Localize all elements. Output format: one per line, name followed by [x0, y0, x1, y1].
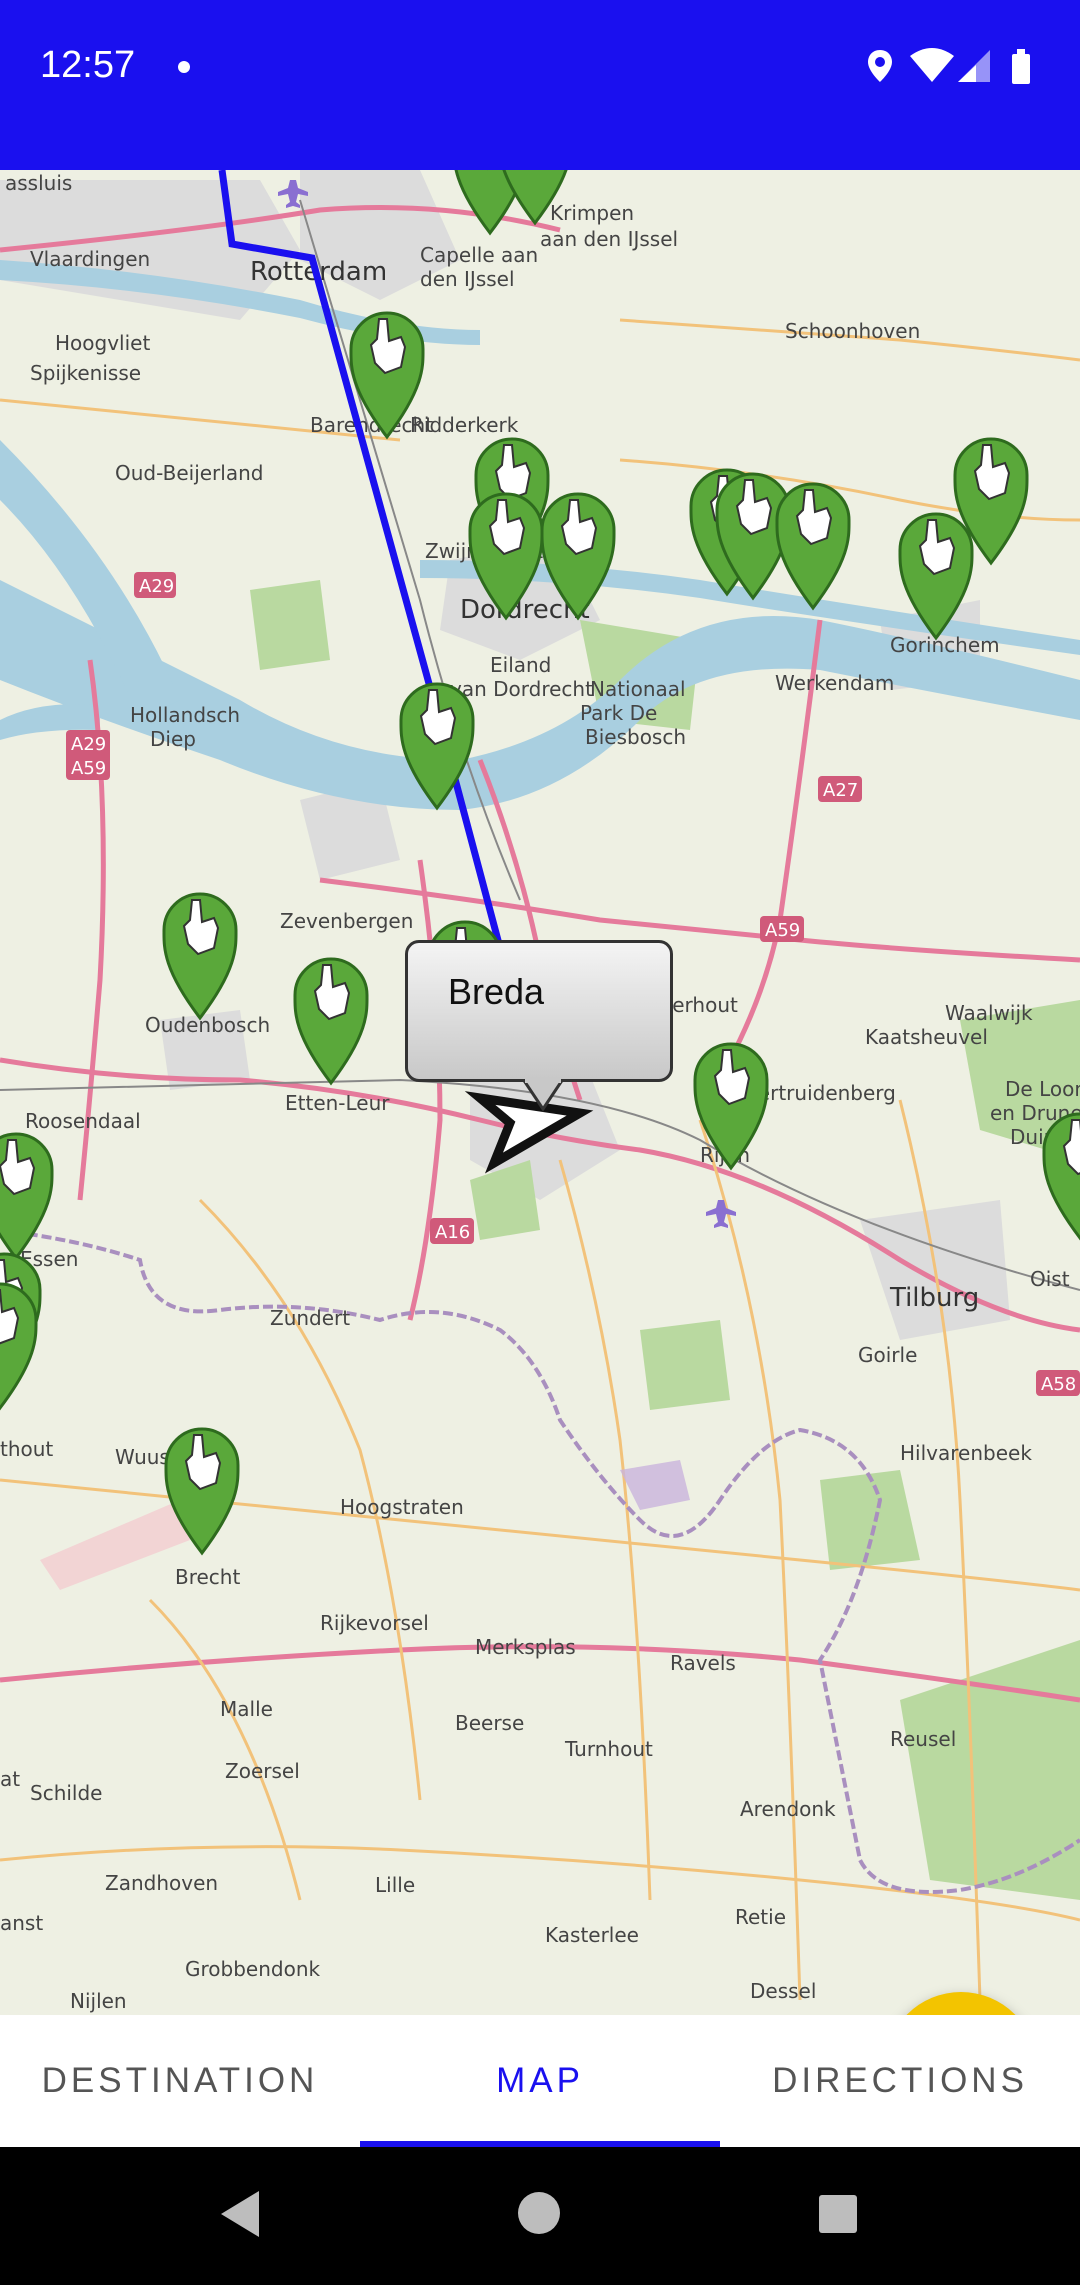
svg-text:Capelle aan: Capelle aan — [420, 243, 538, 267]
svg-text:Tilburg: Tilburg — [889, 1283, 979, 1313]
svg-text:Hilvarenbeek: Hilvarenbeek — [900, 1441, 1032, 1465]
svg-text:A27: A27 — [823, 780, 858, 801]
svg-text:Waalwijk: Waalwijk — [945, 1001, 1033, 1025]
svg-text:Nijlen: Nijlen — [70, 1989, 127, 2013]
svg-text:A16: A16 — [435, 1222, 470, 1243]
tab-map[interactable]: MAP — [360, 2015, 720, 2147]
svg-text:Biesbosch: Biesbosch — [585, 725, 686, 749]
marker-info-bubble[interactable]: Breda — [405, 940, 673, 1112]
bubble-pointer — [523, 1079, 563, 1112]
marker-info-title: Breda — [448, 971, 545, 1012]
tab-directions-label: DIRECTIONS — [772, 2061, 1028, 2100]
home-icon — [518, 2192, 560, 2234]
back-icon — [221, 2191, 259, 2237]
svg-text:Krimpen: Krimpen — [550, 201, 634, 225]
tab-destination-label: DESTINATION — [41, 2061, 319, 2100]
svg-text:Hoogstraten: Hoogstraten — [340, 1495, 464, 1519]
svg-text:den IJssel: den IJssel — [420, 267, 515, 291]
svg-text:aan den IJssel: aan den IJssel — [540, 227, 678, 251]
system-nav-bar — [0, 2147, 1080, 2280]
recents-button[interactable] — [771, 2147, 904, 2280]
svg-text:Zoersel: Zoersel — [225, 1759, 300, 1783]
battery-icon — [1012, 49, 1030, 84]
svg-text:A59: A59 — [71, 758, 106, 779]
svg-text:Nationaal: Nationaal — [590, 677, 686, 701]
location-icon — [868, 50, 892, 82]
svg-text:assluis: assluis — [5, 171, 72, 195]
tab-map-label: MAP — [496, 2061, 584, 2100]
svg-text:Malle: Malle — [220, 1697, 273, 1721]
map-view[interactable]: assluis Vlaardingen Rotterdam Capelle aa… — [0, 170, 1080, 2015]
svg-text:Retie: Retie — [735, 1905, 786, 1929]
status-time: 12:57 — [40, 44, 136, 86]
svg-text:anst: anst — [0, 1911, 43, 1935]
svg-text:A59: A59 — [765, 920, 800, 941]
svg-text:Zevenbergen: Zevenbergen — [280, 909, 413, 933]
svg-text:Arendonk: Arendonk — [740, 1797, 836, 1821]
svg-text:Grobbendonk: Grobbendonk — [185, 1957, 320, 1981]
svg-text:Hoogvliet: Hoogvliet — [55, 331, 150, 355]
svg-text:A58: A58 — [1041, 1374, 1076, 1395]
tab-bar: DESTINATION MAP DIRECTIONS — [0, 2015, 1080, 2147]
svg-text:Merksplas: Merksplas — [475, 1635, 576, 1659]
svg-text:A29: A29 — [139, 576, 174, 597]
svg-text:De Loonse: De Loonse — [1005, 1077, 1080, 1101]
svg-text:Schilde: Schilde — [30, 1781, 102, 1805]
svg-text:Wuus: Wuus — [115, 1445, 170, 1469]
svg-text:Kasterlee: Kasterlee — [545, 1923, 639, 1947]
status-icons — [860, 46, 1040, 86]
svg-text:Oud-Beijerland: Oud-Beijerland — [115, 461, 263, 485]
svg-text:Spijkenisse: Spijkenisse — [30, 361, 141, 385]
svg-text:Roosendaal: Roosendaal — [25, 1109, 141, 1133]
svg-text:Rijkevorsel: Rijkevorsel — [320, 1611, 429, 1635]
svg-text:Schoonhoven: Schoonhoven — [785, 319, 920, 343]
svg-text:at: at — [0, 1767, 20, 1791]
home-button[interactable] — [473, 2147, 606, 2280]
svg-text:A29: A29 — [71, 734, 106, 755]
svg-text:Goirle: Goirle — [858, 1343, 917, 1367]
svg-text:Brecht: Brecht — [175, 1565, 240, 1589]
status-bar: 12:57 — [0, 0, 1080, 170]
svg-text:Vlaardingen: Vlaardingen — [30, 247, 150, 271]
svg-text:Diep: Diep — [150, 727, 196, 751]
signal-icon — [958, 50, 990, 82]
svg-text:Eiland: Eiland — [490, 653, 551, 677]
svg-text:Beerse: Beerse — [455, 1711, 524, 1735]
wifi-icon — [910, 48, 954, 82]
svg-text:Zandhoven: Zandhoven — [105, 1871, 218, 1895]
notification-dot-icon — [178, 61, 190, 73]
tab-destination[interactable]: DESTINATION — [0, 2015, 360, 2147]
tab-directions[interactable]: DIRECTIONS — [720, 2015, 1080, 2147]
recents-icon — [819, 2195, 857, 2233]
svg-text:Hollandsch: Hollandsch — [130, 703, 240, 727]
svg-text:Werkendam: Werkendam — [775, 671, 894, 695]
svg-text:Gorinchem: Gorinchem — [890, 633, 1000, 657]
back-button[interactable] — [175, 2147, 308, 2280]
svg-text:Lille: Lille — [375, 1873, 415, 1897]
svg-text:Turnhout: Turnhout — [564, 1737, 653, 1761]
svg-text:Kaatsheuvel: Kaatsheuvel — [865, 1025, 988, 1049]
svg-text:Oudenbosch: Oudenbosch — [145, 1013, 270, 1037]
svg-text:Zundert: Zundert — [270, 1306, 350, 1330]
svg-text:Etten-Leur: Etten-Leur — [285, 1091, 390, 1115]
svg-text:Reusel: Reusel — [890, 1727, 956, 1751]
svg-text:Ravels: Ravels — [670, 1651, 736, 1675]
svg-text:Dessel: Dessel — [750, 1979, 816, 2003]
svg-text:van Dordrecht: van Dordrecht — [450, 677, 593, 701]
svg-text:Park De: Park De — [580, 701, 657, 725]
svg-text:Oist: Oist — [1030, 1267, 1070, 1291]
svg-text:thout: thout — [0, 1437, 53, 1461]
